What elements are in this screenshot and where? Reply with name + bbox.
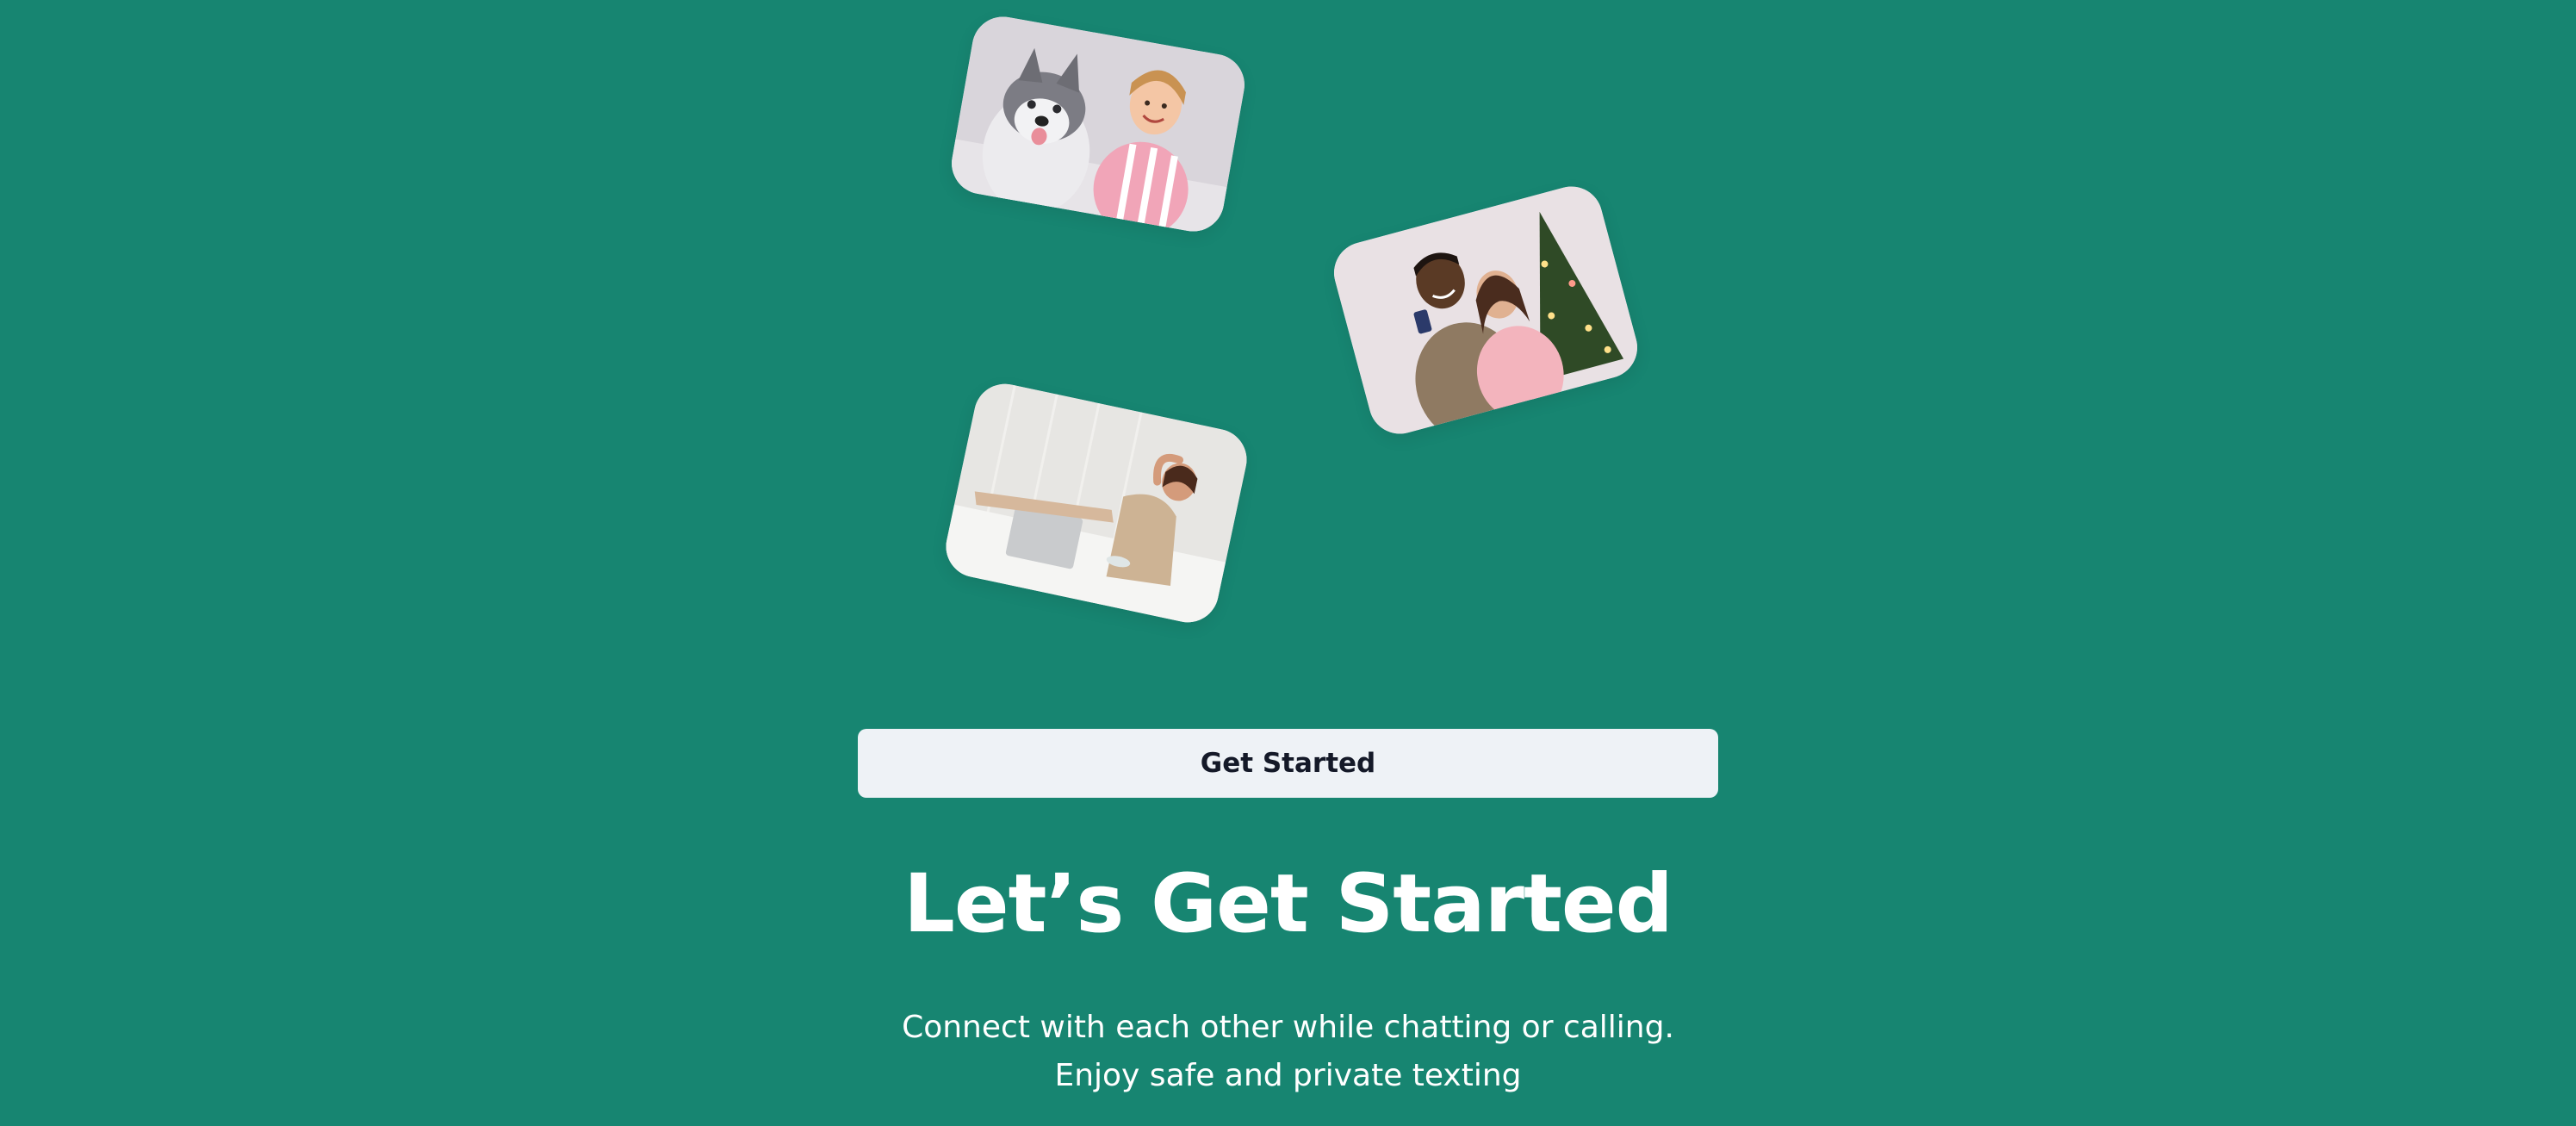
get-started-button[interactable]: Get Started [858, 729, 1718, 798]
photo-illustration [947, 11, 1250, 237]
dog-and-girl-photo [947, 11, 1250, 237]
photo-illustration [940, 378, 1253, 628]
couple-christmas-tree-photo [1326, 179, 1645, 441]
subtitle-line-2: Enjoy safe and private texting [1054, 1058, 1522, 1093]
photo-illustration [1326, 179, 1645, 441]
woman-relaxing-photo [940, 378, 1253, 628]
subtitle-line-1: Connect with each other while chatting o… [902, 1010, 1674, 1045]
page-title: Let’s Get Started [903, 857, 1673, 951]
